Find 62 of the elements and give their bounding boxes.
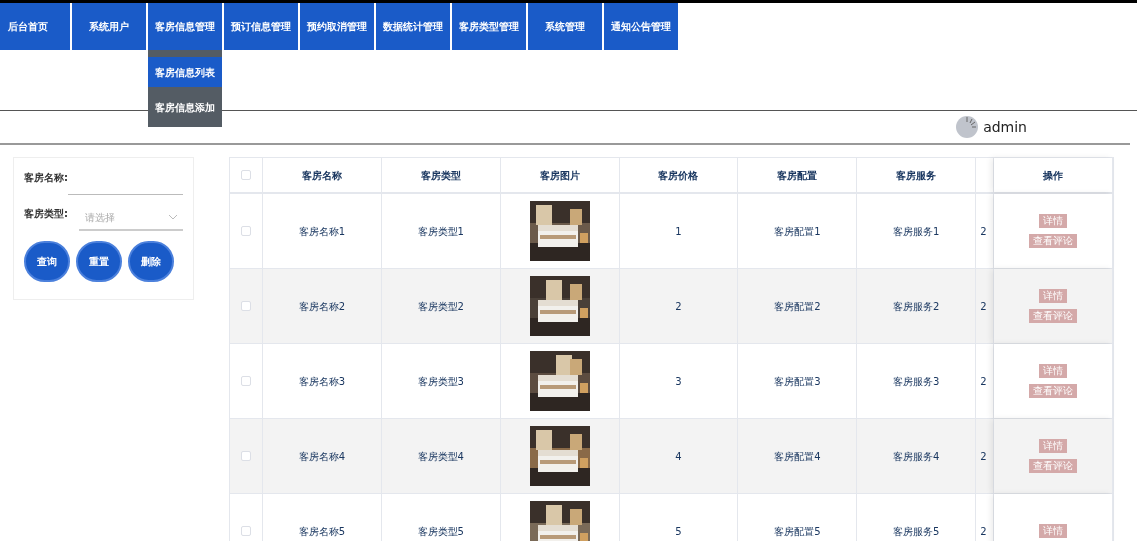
username: admin bbox=[983, 117, 1027, 137]
table-cell-text: 客房配置3 bbox=[774, 374, 821, 389]
field-label: 客房名称: bbox=[24, 171, 68, 185]
checkbox[interactable] bbox=[241, 301, 251, 311]
table-cell-text: 客房服务5 bbox=[893, 524, 940, 539]
table-cell-text: 客房名称1 bbox=[298, 224, 346, 239]
checkbox[interactable] bbox=[241, 226, 251, 236]
table-cell-text: 客房服务2 bbox=[893, 299, 940, 314]
column-header: 客房名称 bbox=[301, 168, 342, 183]
chevron-icon bbox=[169, 214, 177, 220]
table-cell-text: 客房服务1 bbox=[893, 224, 940, 239]
table-cell-text: 客房配置5 bbox=[774, 524, 821, 539]
nav-tab[interactable]: 数据统计管理 bbox=[376, 3, 450, 50]
search-button[interactable]: 删除 bbox=[128, 241, 174, 282]
nav-tab[interactable]: 客房信息管理 bbox=[148, 3, 222, 50]
table-cell-text: 2 bbox=[979, 524, 987, 539]
table-cell-text: 客房配置4 bbox=[774, 449, 821, 464]
table-cell-text: 客房配置2 bbox=[774, 299, 821, 314]
table-cell-text: 2 bbox=[979, 449, 987, 464]
table-cell-text: 客房服务4 bbox=[893, 449, 940, 464]
field-label: 客房类型: bbox=[24, 207, 69, 221]
table-cell-text: 客房名称4 bbox=[298, 449, 346, 464]
nav-tab[interactable]: 系统用户 bbox=[72, 3, 146, 50]
table-cell-text: 2 bbox=[675, 299, 682, 314]
table-cell-text: 3 bbox=[675, 374, 682, 389]
column-header: 客房类型 bbox=[420, 168, 461, 183]
table-cell-text: 客房名称5 bbox=[298, 524, 346, 539]
table-cell-text: 客房类型5 bbox=[417, 524, 464, 539]
checkbox[interactable] bbox=[241, 451, 251, 461]
dropdown-item[interactable]: 客房信息列表 bbox=[148, 57, 222, 87]
column-header: 客房图片 bbox=[539, 168, 580, 183]
table-cell-text: 客房类型4 bbox=[417, 449, 464, 464]
table-cell-text: 4 bbox=[675, 449, 682, 464]
table-cell-text: 客房配置1 bbox=[774, 224, 821, 239]
nav-tab[interactable]: 后台首页 bbox=[0, 3, 70, 50]
table-cell-text: 客房服务3 bbox=[893, 374, 940, 389]
checkbox[interactable] bbox=[241, 376, 251, 386]
table-cell-text: 2 bbox=[979, 299, 987, 314]
table-cell-text: 2 bbox=[979, 224, 987, 239]
table-cell-text: 2 bbox=[979, 374, 987, 389]
table-cell-text: 客房名称3 bbox=[298, 374, 346, 389]
nav-tab[interactable]: 预订信息管理 bbox=[224, 3, 298, 50]
column-header: 客房服务 bbox=[896, 168, 937, 183]
table-cell-text: 客房名称2 bbox=[298, 299, 346, 314]
column-header: 客房价格 bbox=[658, 168, 699, 183]
search-button[interactable]: 重置 bbox=[76, 241, 122, 282]
table-cell-text: 1 bbox=[675, 224, 682, 239]
nav-tab[interactable]: 通知公告管理 bbox=[604, 3, 678, 50]
table-cell-text: 客房类型2 bbox=[417, 299, 464, 314]
nav-tab[interactable]: 系统管理 bbox=[528, 3, 602, 50]
checkbox[interactable] bbox=[241, 170, 251, 180]
checkbox[interactable] bbox=[241, 526, 251, 536]
avatar-icon bbox=[956, 116, 979, 138]
select-placeholder: 请选择 bbox=[84, 210, 115, 225]
search-button[interactable]: 查询 bbox=[24, 241, 70, 282]
nav-tab[interactable]: 预约取消管理 bbox=[300, 3, 374, 50]
table-cell-text: 客房类型1 bbox=[417, 224, 464, 239]
column-header: 客房配置 bbox=[777, 168, 818, 183]
table-cell-text: 客房类型3 bbox=[417, 374, 464, 389]
column-header: 操作 bbox=[1043, 168, 1064, 183]
table-cell-text: 5 bbox=[675, 524, 682, 539]
nav-tab[interactable]: 客房类型管理 bbox=[452, 3, 526, 50]
